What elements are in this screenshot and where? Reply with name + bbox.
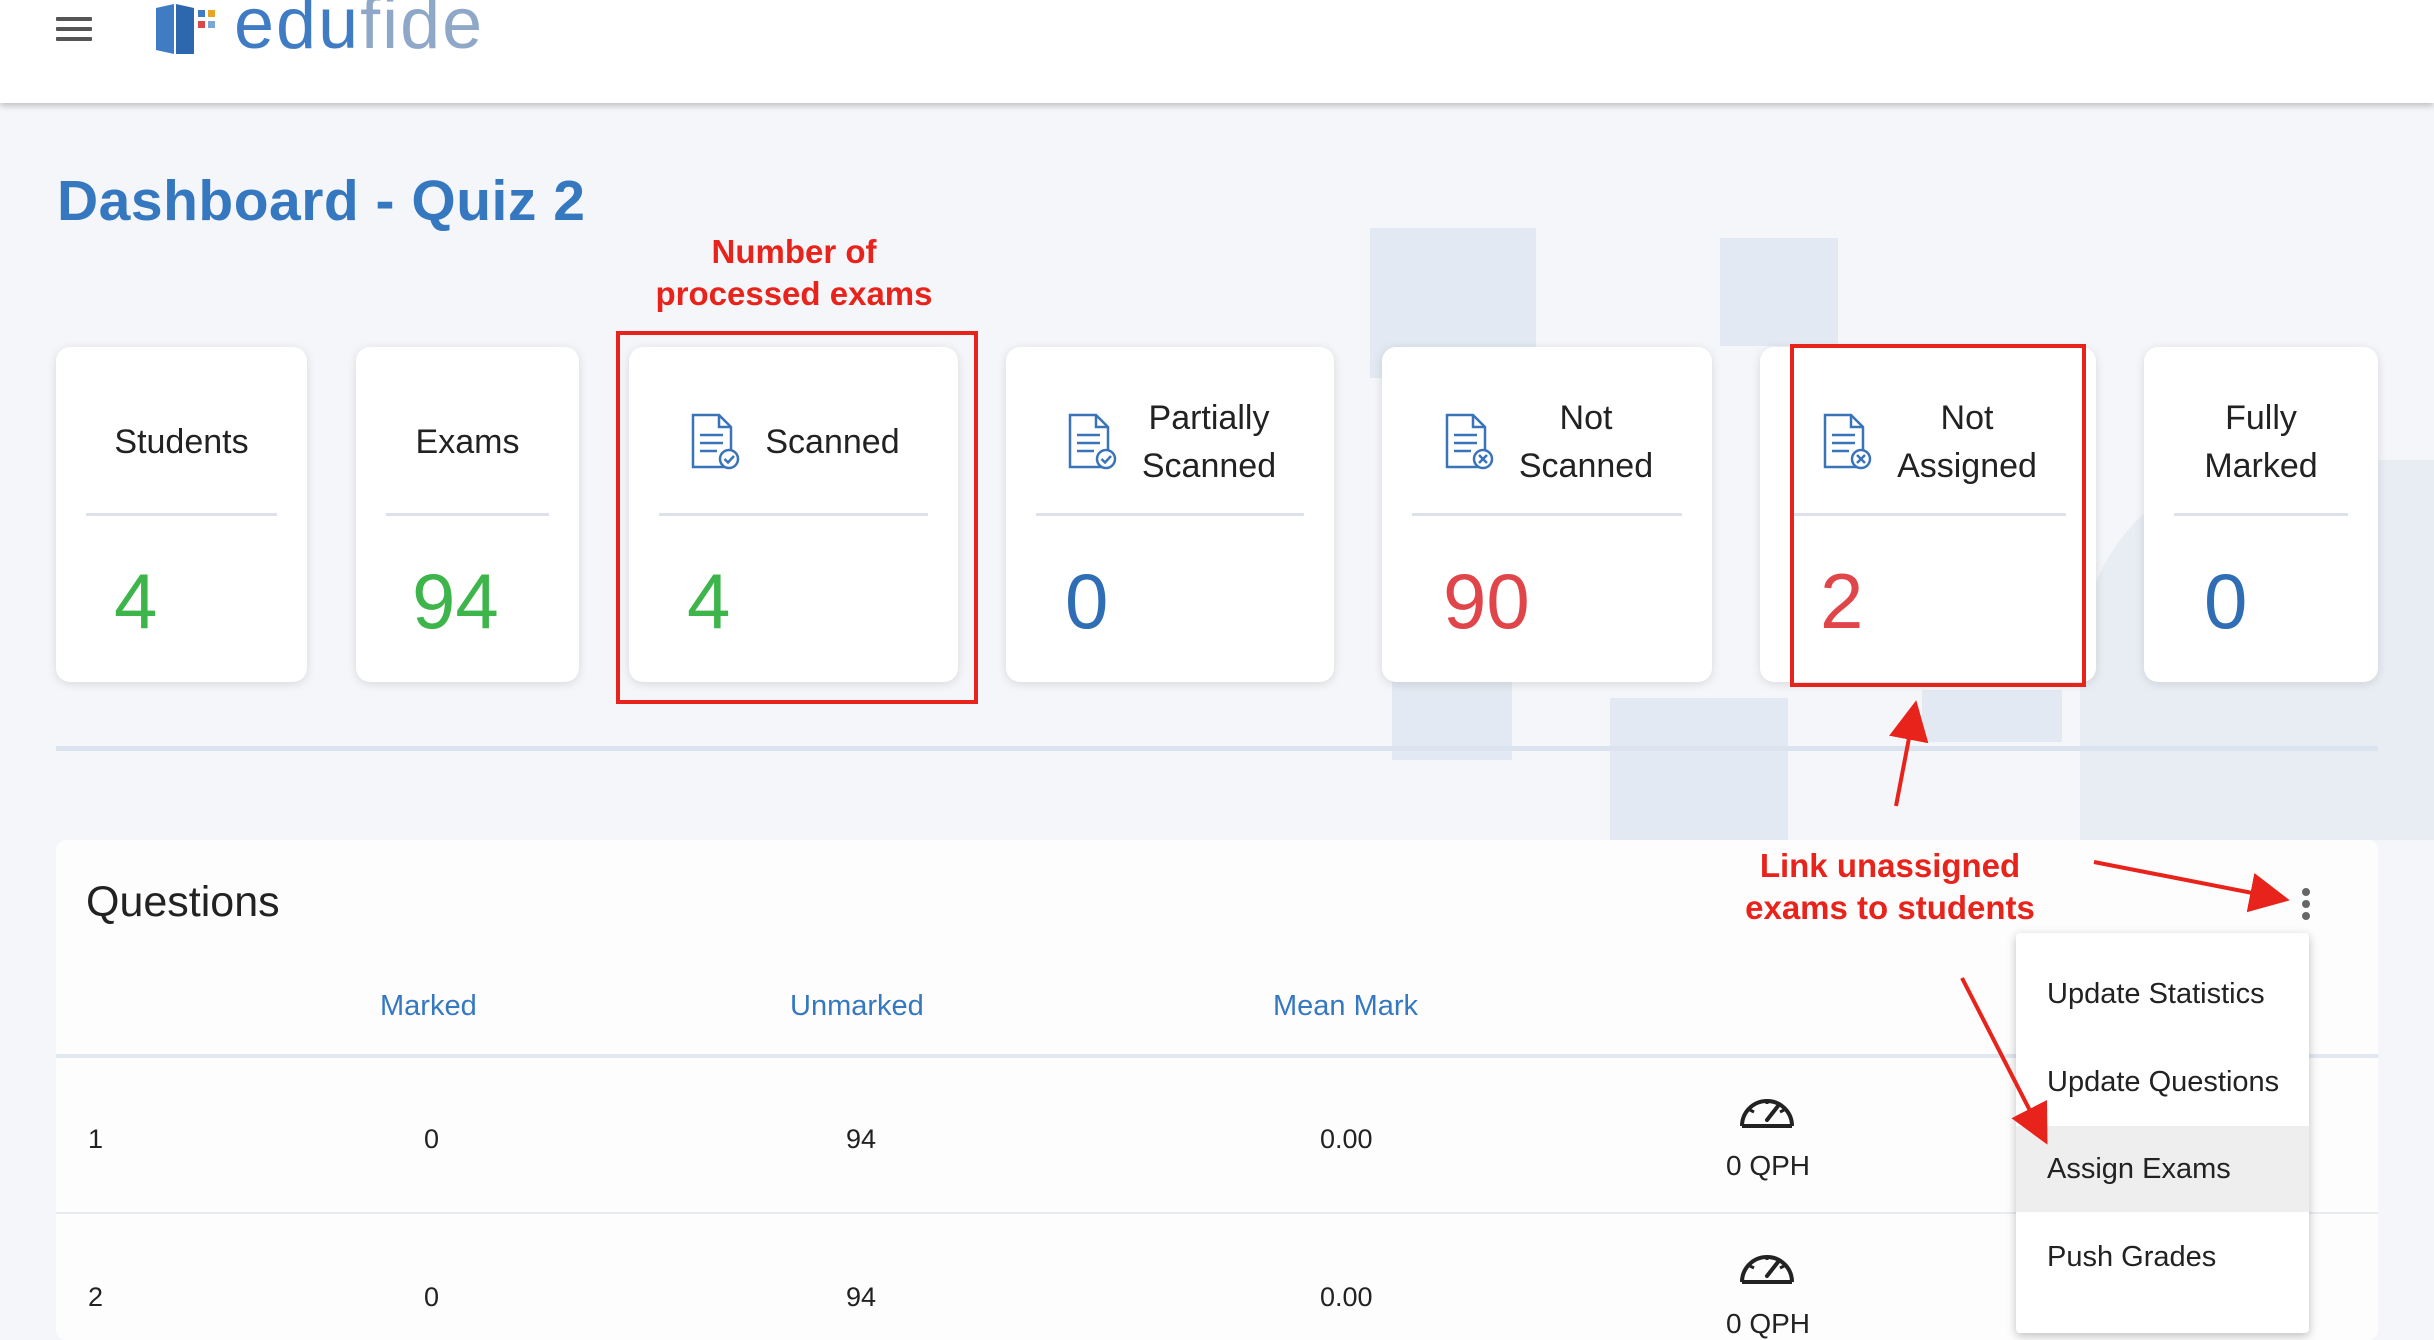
stat-value: 0: [2204, 557, 2248, 645]
questions-title: Questions: [86, 878, 280, 926]
speedometer-icon: [1740, 1255, 1794, 1284]
arrow-to-not-assigned: [1889, 700, 1929, 807]
more-options-icon[interactable]: [2300, 888, 2312, 922]
stat-card-not-scanned[interactable]: Not Scanned 90: [1382, 347, 1712, 682]
stat-card-fully-marked[interactable]: Fully Marked 0: [2144, 347, 2378, 682]
top-app-bar: edufide: [0, 0, 2434, 103]
edufide-logo[interactable]: edufide: [154, 0, 484, 60]
stat-label: Exams: [415, 423, 520, 461]
stat-card-partially-scanned[interactable]: Partially Scanned 0: [1006, 347, 1334, 682]
stat-value: 90: [1443, 557, 1530, 645]
divider: [1036, 513, 1304, 516]
page-title: Dashboard - Quiz 2: [57, 169, 586, 233]
menu-item-assign-exams[interactable]: Assign Exams: [2016, 1126, 2309, 1212]
menu-item-update-statistics[interactable]: Update Statistics: [2016, 951, 2309, 1037]
document-x-icon: [1445, 413, 1494, 470]
mean-mark: 0.00: [1320, 1124, 1373, 1154]
stat-label: Students: [114, 423, 249, 461]
column-header-marked[interactable]: Marked: [380, 990, 477, 1023]
divider: [1412, 513, 1682, 516]
questions-per-hour: 0 QPH: [1726, 1150, 1811, 1181]
hamburger-menu-icon[interactable]: [56, 17, 92, 41]
logo-text: edufide: [234, 0, 485, 64]
background-decoration: [1720, 238, 1838, 346]
document-check-icon: [1068, 413, 1117, 470]
annotation-processed-exams: Number of processed exams: [655, 233, 933, 312]
divider: [2174, 513, 2348, 516]
marked-count: 0: [424, 1124, 440, 1154]
column-header-unmarked[interactable]: Unmarked: [790, 990, 924, 1023]
divider: [386, 513, 549, 516]
annotation-box-not-assigned: [1790, 344, 2086, 687]
marked-count: 0: [424, 1282, 440, 1312]
options-dropdown-menu: Update Statistics Update Questions Assig…: [2016, 933, 2309, 1333]
book-logo-icon: [156, 4, 215, 54]
question-number: 2: [88, 1282, 104, 1312]
unmarked-count: 94: [846, 1282, 877, 1312]
annotation-link-unassigned: Link unassigned exams to students: [1745, 847, 2035, 926]
stat-label: Fully Marked: [2204, 399, 2318, 485]
stat-card-exams[interactable]: Exams 94: [356, 347, 579, 682]
background-decoration: [1610, 698, 1788, 840]
questions-per-hour: 0 QPH: [1726, 1308, 1811, 1339]
annotation-box-scanned: [616, 331, 978, 704]
menu-item-update-questions[interactable]: Update Questions: [2016, 1039, 2309, 1125]
divider: [86, 513, 277, 516]
column-header-mean-mark[interactable]: Mean Mark: [1273, 990, 1418, 1023]
stat-value: 4: [114, 557, 158, 645]
stat-label: Not Scanned: [1518, 399, 1654, 485]
unmarked-count: 94: [846, 1124, 877, 1154]
mean-mark: 0.00: [1320, 1282, 1373, 1312]
stat-card-students[interactable]: Students 4: [56, 347, 307, 682]
stat-value: 0: [1065, 557, 1109, 645]
speedometer-icon: [1740, 1099, 1794, 1128]
stat-label: Partially Scanned: [1141, 399, 1277, 485]
question-number: 1: [88, 1124, 104, 1154]
section-divider: [56, 746, 2378, 751]
stat-value: 94: [412, 557, 499, 645]
menu-item-push-grades[interactable]: Push Grades: [2016, 1214, 2309, 1300]
background-decoration: [1922, 690, 2062, 742]
